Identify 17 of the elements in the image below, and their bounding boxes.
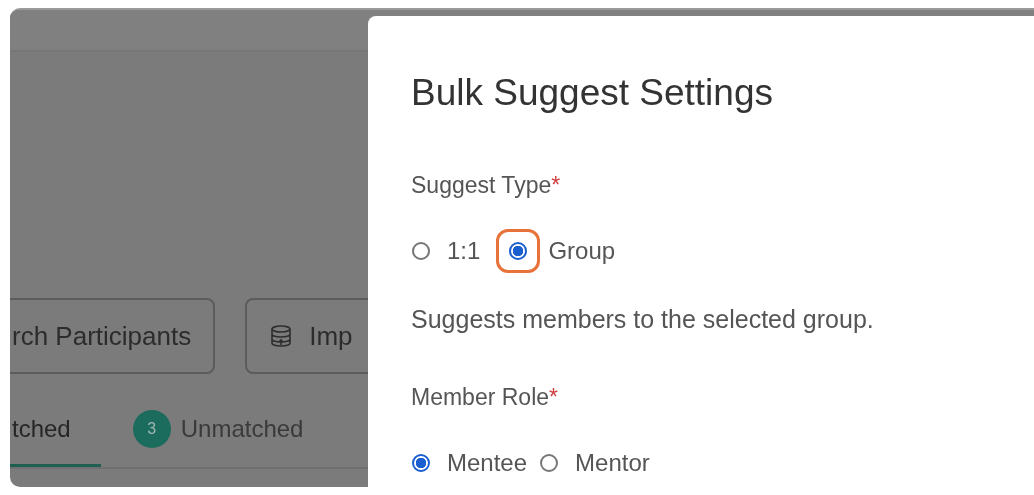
help-text: Suggests members to the selected group. [411,305,875,334]
radio-button[interactable] [509,242,528,260]
field-label: Member Role* [411,384,559,411]
radio-option[interactable]: Mentee [411,441,528,485]
radio-button[interactable] [412,242,430,260]
radio-option[interactable]: Mentor [539,441,650,485]
radio-option[interactable]: 1:1 [411,229,481,273]
tab-label: Unmatched [180,415,304,443]
panel-title: Bulk Suggest Settings [411,72,774,114]
tab[interactable]: tched [10,400,101,467]
database-icon [269,324,294,348]
radio-button[interactable] [540,454,559,472]
radio-button[interactable] [412,454,430,472]
tab-label: tched [12,415,71,443]
radio-option[interactable]: Group [492,229,616,273]
field-label: Suggest Type* [411,172,562,199]
count-badge: 3 [132,410,171,448]
